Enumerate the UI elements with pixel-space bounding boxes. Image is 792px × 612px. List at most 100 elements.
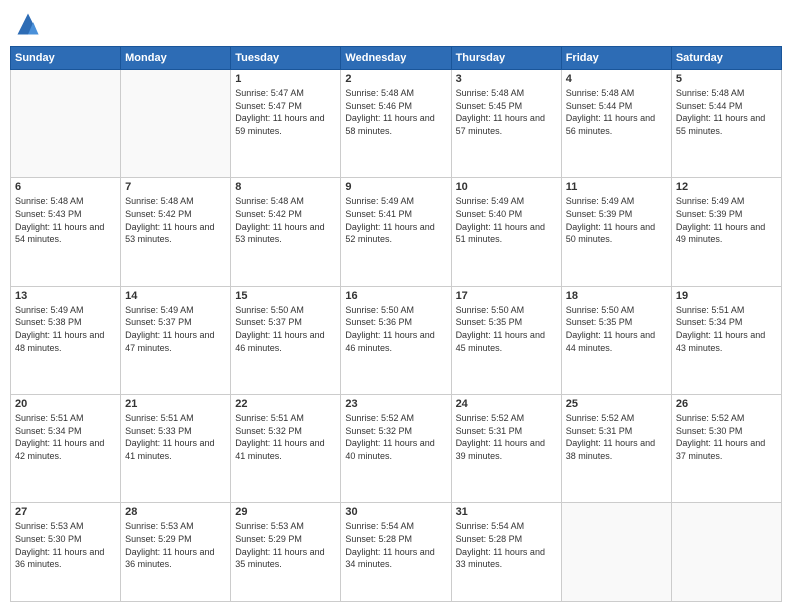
- calendar-cell: [11, 70, 121, 178]
- calendar-cell: 29 Sunrise: 5:53 AM Sunset: 5:29 PM Dayli…: [231, 503, 341, 602]
- day-number: 27: [15, 506, 116, 518]
- week-row-3: 20Sunrise: 5:51 AM Sunset: 5:34 PM Dayli…: [11, 395, 782, 503]
- calendar-cell: 15Sunrise: 5:50 AM Sunset: 5:37 PM Dayli…: [231, 286, 341, 394]
- day-number: 2: [345, 73, 446, 85]
- day-info: Sunrise: 5:48 AM Sunset: 5:42 PM Dayligh…: [125, 195, 226, 245]
- calendar-cell: 9 Sunrise: 5:49 AM Sunset: 5:41 PM Daylig…: [341, 178, 451, 286]
- calendar-cell: 28 Sunrise: 5:53 AM Sunset: 5:29 PM Dayli…: [121, 503, 231, 602]
- day-number: 25: [566, 398, 667, 410]
- calendar-cell: 21 Sunrise: 5:51 AM Sunset: 5:33 PM Dayli…: [121, 395, 231, 503]
- day-info: Sunrise: 5:49 AM Sunset: 5:39 PM Dayligh…: [566, 195, 667, 245]
- day-number: 30: [345, 506, 446, 518]
- calendar-cell: 17 Sunrise: 5:50 AM Sunset: 5:35 PM Dayli…: [451, 286, 561, 394]
- weekday-header-saturday: Saturday: [671, 47, 781, 70]
- calendar-cell: 14Sunrise: 5:49 AM Sunset: 5:37 PM Dayli…: [121, 286, 231, 394]
- day-info: Sunrise: 5:49 AM Sunset: 5:41 PM Dayligh…: [345, 195, 446, 245]
- week-row-2: 13 Sunrise: 5:49 AM Sunset: 5:38 PM Dayli…: [11, 286, 782, 394]
- day-number: 12: [676, 181, 777, 193]
- day-info: Sunrise: 5:51 AM Sunset: 5:33 PM Dayligh…: [125, 412, 226, 462]
- day-info: Sunrise: 5:54 AM Sunset: 5:28 PM Dayligh…: [345, 520, 446, 570]
- weekday-header-sunday: Sunday: [11, 47, 121, 70]
- day-number: 16: [345, 290, 446, 302]
- calendar-table: SundayMondayTuesdayWednesdayThursdayFrid…: [10, 46, 782, 602]
- day-info: Sunrise: 5:52 AM Sunset: 5:31 PM Dayligh…: [566, 412, 667, 462]
- day-number: 9: [345, 181, 446, 193]
- calendar-cell: 30 Sunrise: 5:54 AM Sunset: 5:28 PM Dayli…: [341, 503, 451, 602]
- day-number: 10: [456, 181, 557, 193]
- day-info: Sunrise: 5:50 AM Sunset: 5:35 PM Dayligh…: [456, 304, 557, 354]
- logo-icon: [14, 10, 42, 38]
- day-info: Sunrise: 5:48 AM Sunset: 5:44 PM Dayligh…: [676, 87, 777, 137]
- day-number: 6: [15, 181, 116, 193]
- day-number: 21: [125, 398, 226, 410]
- calendar-cell: 7 Sunrise: 5:48 AM Sunset: 5:42 PM Daylig…: [121, 178, 231, 286]
- day-number: 29: [235, 506, 336, 518]
- day-number: 14: [125, 290, 226, 302]
- day-number: 1: [235, 73, 336, 85]
- day-info: Sunrise: 5:48 AM Sunset: 5:43 PM Dayligh…: [15, 195, 116, 245]
- calendar-cell: 4Sunrise: 5:48 AM Sunset: 5:44 PM Daylig…: [561, 70, 671, 178]
- calendar-cell: 19 Sunrise: 5:51 AM Sunset: 5:34 PM Dayli…: [671, 286, 781, 394]
- day-info: Sunrise: 5:52 AM Sunset: 5:32 PM Dayligh…: [345, 412, 446, 462]
- day-number: 18: [566, 290, 667, 302]
- calendar-cell: 10 Sunrise: 5:49 AM Sunset: 5:40 PM Dayli…: [451, 178, 561, 286]
- weekday-header-friday: Friday: [561, 47, 671, 70]
- day-number: 15: [235, 290, 336, 302]
- day-info: Sunrise: 5:51 AM Sunset: 5:34 PM Dayligh…: [15, 412, 116, 462]
- calendar-cell: 20Sunrise: 5:51 AM Sunset: 5:34 PM Dayli…: [11, 395, 121, 503]
- calendar-cell: 25 Sunrise: 5:52 AM Sunset: 5:31 PM Dayli…: [561, 395, 671, 503]
- weekday-header-row: SundayMondayTuesdayWednesdayThursdayFrid…: [11, 47, 782, 70]
- day-info: Sunrise: 5:52 AM Sunset: 5:31 PM Dayligh…: [456, 412, 557, 462]
- day-info: Sunrise: 5:49 AM Sunset: 5:38 PM Dayligh…: [15, 304, 116, 354]
- day-info: Sunrise: 5:53 AM Sunset: 5:30 PM Dayligh…: [15, 520, 116, 570]
- day-info: Sunrise: 5:48 AM Sunset: 5:45 PM Dayligh…: [456, 87, 557, 137]
- weekday-header-tuesday: Tuesday: [231, 47, 341, 70]
- page: SundayMondayTuesdayWednesdayThursdayFrid…: [0, 0, 792, 612]
- day-info: Sunrise: 5:51 AM Sunset: 5:34 PM Dayligh…: [676, 304, 777, 354]
- day-number: 4: [566, 73, 667, 85]
- header: [10, 10, 782, 38]
- calendar-cell: 13 Sunrise: 5:49 AM Sunset: 5:38 PM Dayli…: [11, 286, 121, 394]
- day-info: Sunrise: 5:54 AM Sunset: 5:28 PM Dayligh…: [456, 520, 557, 570]
- day-number: 26: [676, 398, 777, 410]
- calendar-cell: [561, 503, 671, 602]
- day-info: Sunrise: 5:52 AM Sunset: 5:30 PM Dayligh…: [676, 412, 777, 462]
- calendar-cell: [121, 70, 231, 178]
- day-number: 7: [125, 181, 226, 193]
- calendar-cell: 6 Sunrise: 5:48 AM Sunset: 5:43 PM Daylig…: [11, 178, 121, 286]
- day-number: 22: [235, 398, 336, 410]
- day-number: 11: [566, 181, 667, 193]
- day-number: 17: [456, 290, 557, 302]
- day-number: 19: [676, 290, 777, 302]
- day-info: Sunrise: 5:50 AM Sunset: 5:35 PM Dayligh…: [566, 304, 667, 354]
- day-info: Sunrise: 5:47 AM Sunset: 5:47 PM Dayligh…: [235, 87, 336, 137]
- calendar-cell: 23 Sunrise: 5:52 AM Sunset: 5:32 PM Dayli…: [341, 395, 451, 503]
- day-number: 31: [456, 506, 557, 518]
- day-number: 24: [456, 398, 557, 410]
- day-info: Sunrise: 5:49 AM Sunset: 5:40 PM Dayligh…: [456, 195, 557, 245]
- week-row-1: 6 Sunrise: 5:48 AM Sunset: 5:43 PM Daylig…: [11, 178, 782, 286]
- calendar-cell: 31 Sunrise: 5:54 AM Sunset: 5:28 PM Dayli…: [451, 503, 561, 602]
- calendar-cell: 11 Sunrise: 5:49 AM Sunset: 5:39 PM Dayli…: [561, 178, 671, 286]
- day-info: Sunrise: 5:50 AM Sunset: 5:36 PM Dayligh…: [345, 304, 446, 354]
- calendar-cell: 27 Sunrise: 5:53 AM Sunset: 5:30 PM Dayli…: [11, 503, 121, 602]
- calendar-cell: 1 Sunrise: 5:47 AM Sunset: 5:47 PM Daylig…: [231, 70, 341, 178]
- week-row-0: 1 Sunrise: 5:47 AM Sunset: 5:47 PM Daylig…: [11, 70, 782, 178]
- week-row-4: 27 Sunrise: 5:53 AM Sunset: 5:30 PM Dayli…: [11, 503, 782, 602]
- day-info: Sunrise: 5:48 AM Sunset: 5:42 PM Dayligh…: [235, 195, 336, 245]
- day-info: Sunrise: 5:48 AM Sunset: 5:46 PM Dayligh…: [345, 87, 446, 137]
- day-number: 5: [676, 73, 777, 85]
- calendar-cell: 26 Sunrise: 5:52 AM Sunset: 5:30 PM Dayli…: [671, 395, 781, 503]
- day-info: Sunrise: 5:53 AM Sunset: 5:29 PM Dayligh…: [235, 520, 336, 570]
- day-number: 3: [456, 73, 557, 85]
- calendar-cell: [671, 503, 781, 602]
- calendar-cell: 18 Sunrise: 5:50 AM Sunset: 5:35 PM Dayli…: [561, 286, 671, 394]
- day-info: Sunrise: 5:53 AM Sunset: 5:29 PM Dayligh…: [125, 520, 226, 570]
- day-number: 13: [15, 290, 116, 302]
- day-number: 23: [345, 398, 446, 410]
- weekday-header-monday: Monday: [121, 47, 231, 70]
- calendar-cell: 16 Sunrise: 5:50 AM Sunset: 5:36 PM Dayli…: [341, 286, 451, 394]
- calendar-cell: 8Sunrise: 5:48 AM Sunset: 5:42 PM Daylig…: [231, 178, 341, 286]
- weekday-header-thursday: Thursday: [451, 47, 561, 70]
- day-number: 28: [125, 506, 226, 518]
